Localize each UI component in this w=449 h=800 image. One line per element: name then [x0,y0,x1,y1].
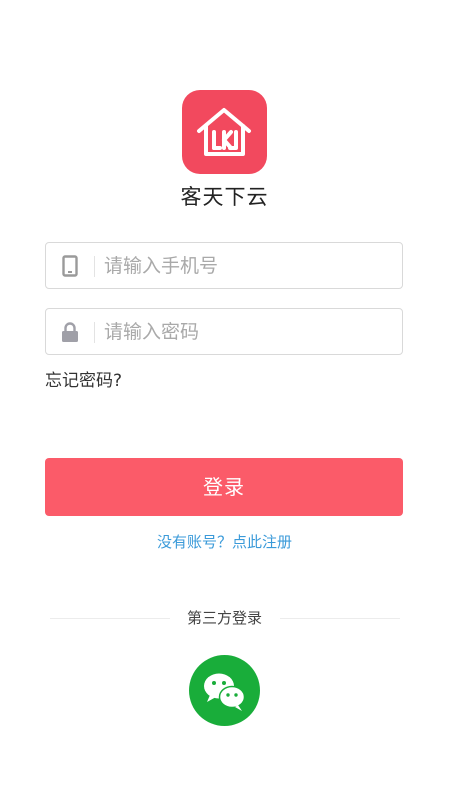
field-separator [94,322,95,343]
house-logo-icon [197,108,251,156]
password-field[interactable] [45,308,403,355]
wechat-icon [204,673,246,711]
lock-icon [60,321,80,343]
phone-field[interactable] [45,242,403,289]
register-link[interactable]: 没有账号？点此注册 [0,531,449,552]
forgot-password-link[interactable]: 忘记密码? [45,366,122,391]
divider-right [280,618,400,619]
password-input[interactable] [104,309,394,354]
field-separator [94,256,95,277]
app-logo [182,90,267,174]
phone-input[interactable] [104,243,394,288]
login-button[interactable]: 登录 [45,458,403,516]
app-name: 客天下云 [180,185,269,209]
phone-icon [60,255,80,277]
wechat-login-button[interactable] [189,655,260,726]
